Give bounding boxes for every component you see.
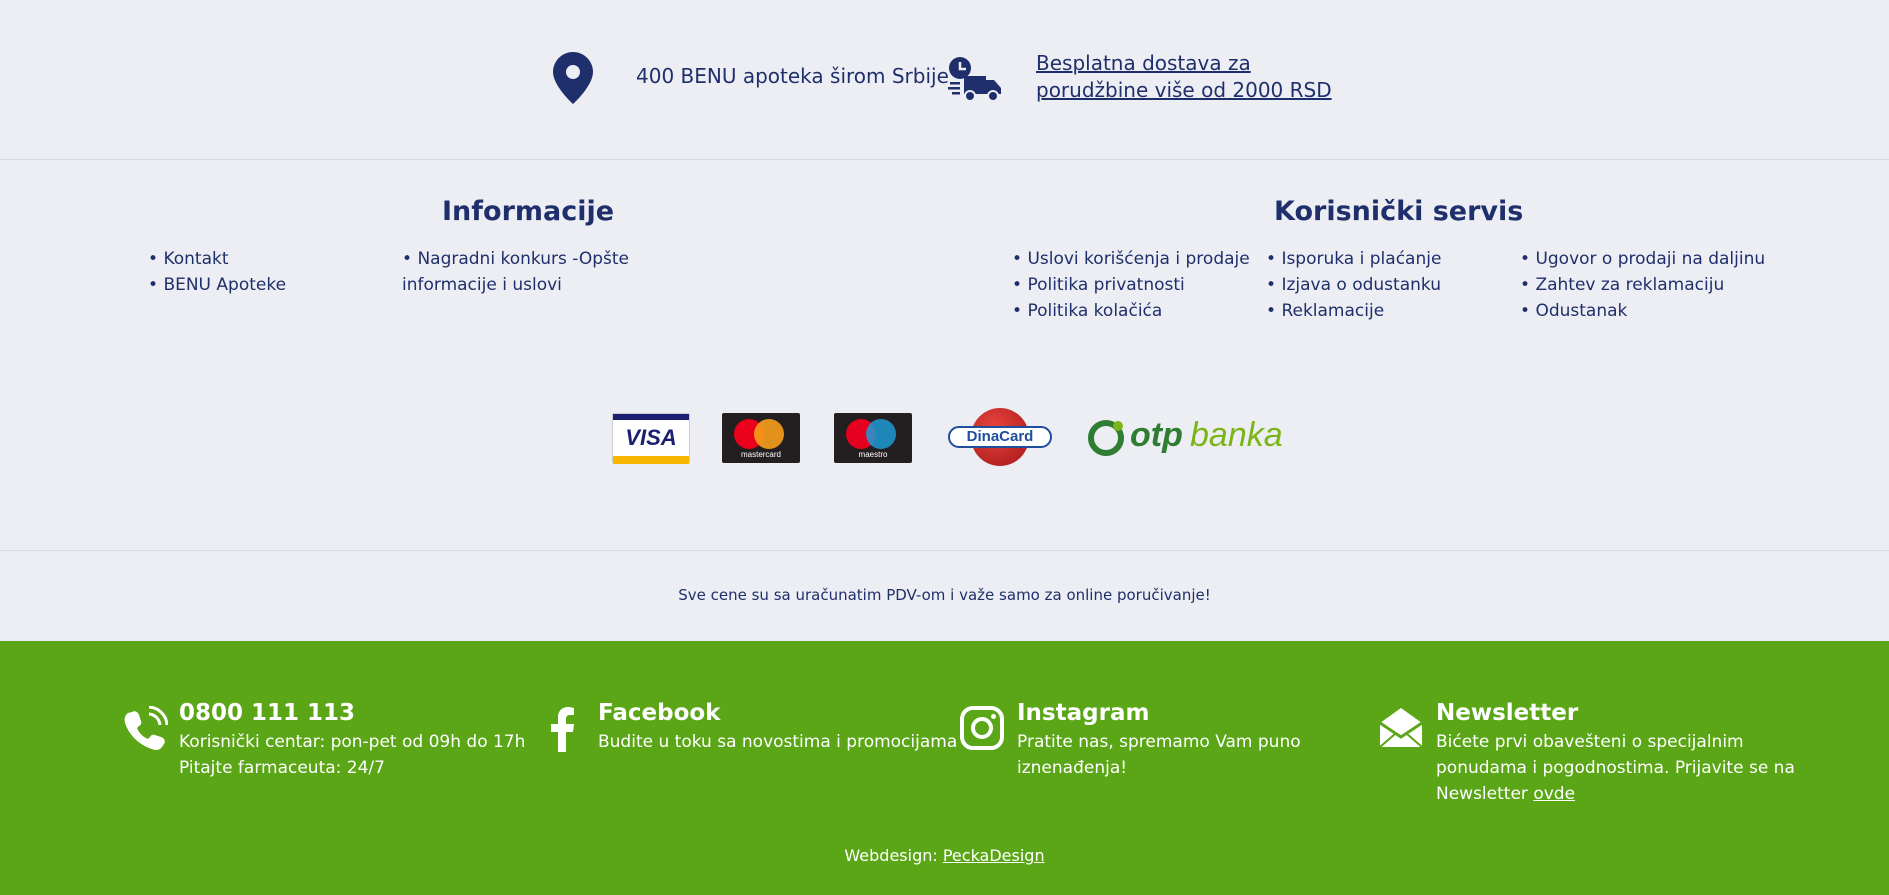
vat-note: Sve cene su sa uračunatim PDV-om i važe … — [678, 586, 1211, 604]
facebook-text: Budite u toku sa novostima i promocijama — [598, 732, 958, 752]
peckadesign-link[interactable]: PeckaDesign — [943, 846, 1045, 865]
newsletter-line1: Bićete prvi obavešteni o specijalnim — [1436, 732, 1744, 752]
link-politika-privatnosti[interactable]: Politika privatnosti — [1012, 272, 1250, 298]
link-nagradni-konkurs[interactable]: • Nagradni konkurs -Opšte informacije i … — [402, 246, 629, 298]
phone-icon — [124, 706, 168, 751]
instagram-line1: Pratite nas, spremamo Vam puno — [1017, 732, 1301, 752]
delivery-truck-icon — [948, 57, 1001, 102]
link-politika-kolacica[interactable]: Politika kolačića — [1012, 298, 1250, 324]
visa-logo: VISA — [612, 413, 690, 464]
link-zahtev-reklamacija[interactable]: Zahtev za reklamaciju — [1520, 272, 1765, 298]
instagram-line2: iznenađenja! — [1017, 758, 1128, 778]
webdesign-credit: Webdesign: PeckaDesign — [0, 846, 1889, 865]
stores-count-text: 400 BENU apoteka širom Srbije — [636, 64, 949, 88]
mastercard-logo: mastercard — [722, 413, 800, 463]
link-isporuka[interactable]: Isporuka i plaćanje — [1266, 246, 1441, 272]
newsletter-line3: Newsletter ovde — [1436, 781, 1795, 807]
service-section-title: Korisnički servis — [1274, 196, 1524, 227]
newsletter-line3-text: Newsletter — [1436, 784, 1534, 804]
link-benu-apoteke[interactable]: BENU Apoteke — [148, 272, 286, 298]
service-links-col2: Isporuka i plaćanje Izjava o odustanku R… — [1266, 246, 1441, 324]
info-links-col1: Kontakt BENU Apoteke — [148, 246, 286, 298]
service-links-col1: Uslovi korišćenja i prodaje Politika pri… — [1012, 246, 1250, 324]
pharmacist-hours: Pitajte farmaceuta: 24/7 — [179, 758, 385, 778]
link-odustanak[interactable]: Odustanak — [1520, 298, 1765, 324]
newsletter-title: Newsletter — [1436, 700, 1579, 726]
service-links-col3: Ugovor o prodaji na daljinu Zahtev za re… — [1520, 246, 1765, 324]
instagram-text: Pratite nas, spremamo Vam puno iznenađen… — [1017, 729, 1301, 781]
credit-label: Webdesign: — [844, 846, 943, 865]
link-kontakt[interactable]: Kontakt — [148, 246, 286, 272]
link-izjava-odustanku[interactable]: Izjava o odustanku — [1266, 272, 1441, 298]
maestro-logo: maestro — [834, 413, 912, 463]
instagram-icon[interactable] — [959, 705, 1005, 751]
phone-info: Korisnički centar: pon-pet od 09h do 17h… — [179, 729, 525, 781]
otp-banka-logo: otp banka — [1088, 414, 1288, 458]
free-shipping-line2: porudžbine više od 2000 RSD — [1036, 78, 1332, 102]
link-reklamacije[interactable]: Reklamacije — [1266, 298, 1441, 324]
link-ugovor[interactable]: Ugovor o prodaji na daljinu — [1520, 246, 1765, 272]
free-shipping-link[interactable]: Besplatna dostava za porudžbine više od … — [1036, 50, 1356, 104]
newsletter-text: Bićete prvi obavešteni o specijalnim pon… — [1436, 729, 1795, 807]
facebook-icon[interactable] — [540, 706, 586, 752]
newsletter-signup-link[interactable]: ovde — [1533, 784, 1575, 804]
info-section-title: Informacije — [442, 196, 615, 227]
link-uslovi[interactable]: Uslovi korišćenja i prodaje — [1012, 246, 1249, 272]
phone-hours: Korisnički centar: pon-pet od 09h do 17h — [179, 732, 526, 752]
otp-leaf-icon — [1088, 420, 1124, 456]
free-shipping-line1: Besplatna dostava za — [1036, 51, 1251, 75]
newsletter-line2: ponudama i pogodnostima. Prijavite se na — [1436, 758, 1795, 778]
facebook-title[interactable]: Facebook — [598, 700, 720, 726]
dinacard-logo: DinaCard — [948, 408, 1052, 466]
link-nagradni-line1: Nagradni konkurs -Opšte — [417, 249, 629, 269]
link-nagradni-line2: informacije i uslovi — [402, 275, 562, 295]
instagram-title[interactable]: Instagram — [1017, 700, 1149, 726]
envelope-icon — [1379, 708, 1423, 748]
map-pin-icon — [553, 52, 593, 104]
phone-number[interactable]: 0800 111 113 — [179, 700, 355, 726]
